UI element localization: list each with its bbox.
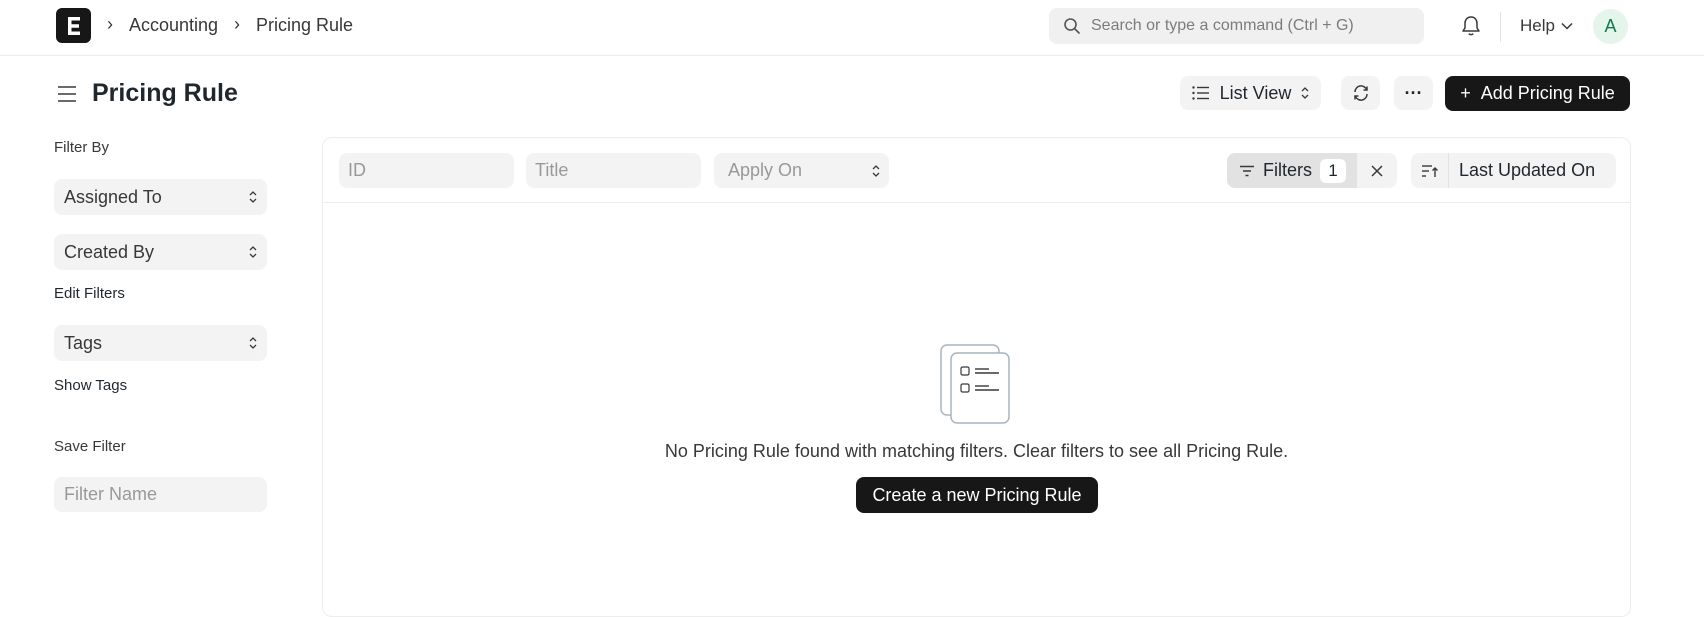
filter-bar: ID Title Apply On Filters 1 Last Updated… (323, 138, 1630, 203)
select-arrows-icon (872, 164, 880, 177)
id-placeholder: ID (348, 160, 366, 180)
show-tags-link[interactable]: Show Tags (54, 377, 127, 394)
add-pricing-rule-button[interactable]: + Add Pricing Rule (1445, 76, 1630, 111)
list-icon (1191, 86, 1209, 100)
close-icon (1371, 164, 1383, 177)
edit-filters-link[interactable]: Edit Filters (54, 285, 125, 302)
title-placeholder: Title (535, 160, 569, 180)
refresh-icon (1353, 85, 1368, 101)
more-actions-button[interactable]: ··· (1394, 76, 1433, 110)
create-new-pricing-rule-button[interactable]: Create a new Pricing Rule (856, 477, 1098, 513)
filters-label: Filters (1263, 160, 1312, 180)
nav-divider (1500, 12, 1501, 42)
plus-icon: + (1460, 83, 1471, 103)
filters-count-badge: 1 (1320, 158, 1346, 183)
app-logo[interactable] (56, 8, 91, 43)
app-logo-icon (67, 16, 80, 35)
filters-button[interactable]: Filters 1 (1227, 153, 1357, 188)
chevron-right-icon: › (234, 14, 240, 34)
breadcrumb-pricing-rule[interactable]: Pricing Rule (256, 15, 353, 36)
help-menu[interactable]: Help (1520, 16, 1573, 36)
apply-on-placeholder: Apply On (728, 160, 803, 180)
empty-state-message: No Pricing Rule found with matching filt… (664, 441, 1289, 461)
sort-direction-button[interactable] (1411, 153, 1449, 188)
breadcrumb-accounting[interactable]: Accounting (129, 15, 218, 36)
notification-bell-icon[interactable] (1460, 14, 1482, 38)
sidebar-toggle-icon[interactable] (57, 84, 77, 104)
tags-select[interactable]: Tags (54, 325, 267, 361)
sort-by-select[interactable]: Last Updated On (1449, 153, 1616, 188)
page-title: Pricing Rule (92, 79, 238, 107)
select-arrows-icon (249, 337, 257, 349)
created-by-select[interactable]: Created By (54, 234, 267, 270)
list-panel: ID Title Apply On Filters 1 Last Updated… (322, 137, 1631, 617)
sort-ascending-icon (1421, 164, 1438, 177)
list-view-select[interactable]: List View (1180, 76, 1321, 110)
search-bar[interactable]: Search or type a command (Ctrl + G) (1049, 8, 1424, 44)
created-by-label: Created By (64, 241, 155, 262)
filter-name-input[interactable]: Filter Name (54, 477, 267, 512)
assigned-to-select[interactable]: Assigned To (54, 179, 267, 215)
search-icon (1064, 18, 1080, 34)
top-navbar: › Accounting › Pricing Rule Search or ty… (0, 0, 1704, 56)
filter-icon (1240, 165, 1254, 176)
chevron-right-icon: › (107, 14, 113, 34)
chevron-down-icon (1561, 22, 1573, 30)
search-placeholder: Search or type a command (Ctrl + G) (1091, 17, 1354, 34)
user-avatar[interactable]: A (1593, 9, 1628, 44)
save-filter-label: Save Filter (54, 438, 126, 455)
help-label: Help (1520, 16, 1555, 35)
clear-filters-button[interactable] (1357, 153, 1397, 188)
add-pricing-rule-label: Add Pricing Rule (1480, 83, 1615, 103)
refresh-button[interactable] (1341, 76, 1380, 110)
list-view-label: List View (1219, 82, 1292, 103)
apply-on-select[interactable]: Apply On (714, 153, 889, 188)
select-arrows-icon (249, 191, 257, 203)
empty-list-icon (940, 344, 1010, 424)
id-filter-input[interactable]: ID (339, 153, 514, 188)
filter-by-label: Filter By (54, 139, 110, 156)
select-arrows-icon (249, 246, 257, 258)
tags-label: Tags (64, 332, 103, 353)
assigned-to-label: Assigned To (64, 186, 162, 207)
title-filter-input[interactable]: Title (526, 153, 701, 188)
select-arrows-icon (1301, 87, 1309, 99)
